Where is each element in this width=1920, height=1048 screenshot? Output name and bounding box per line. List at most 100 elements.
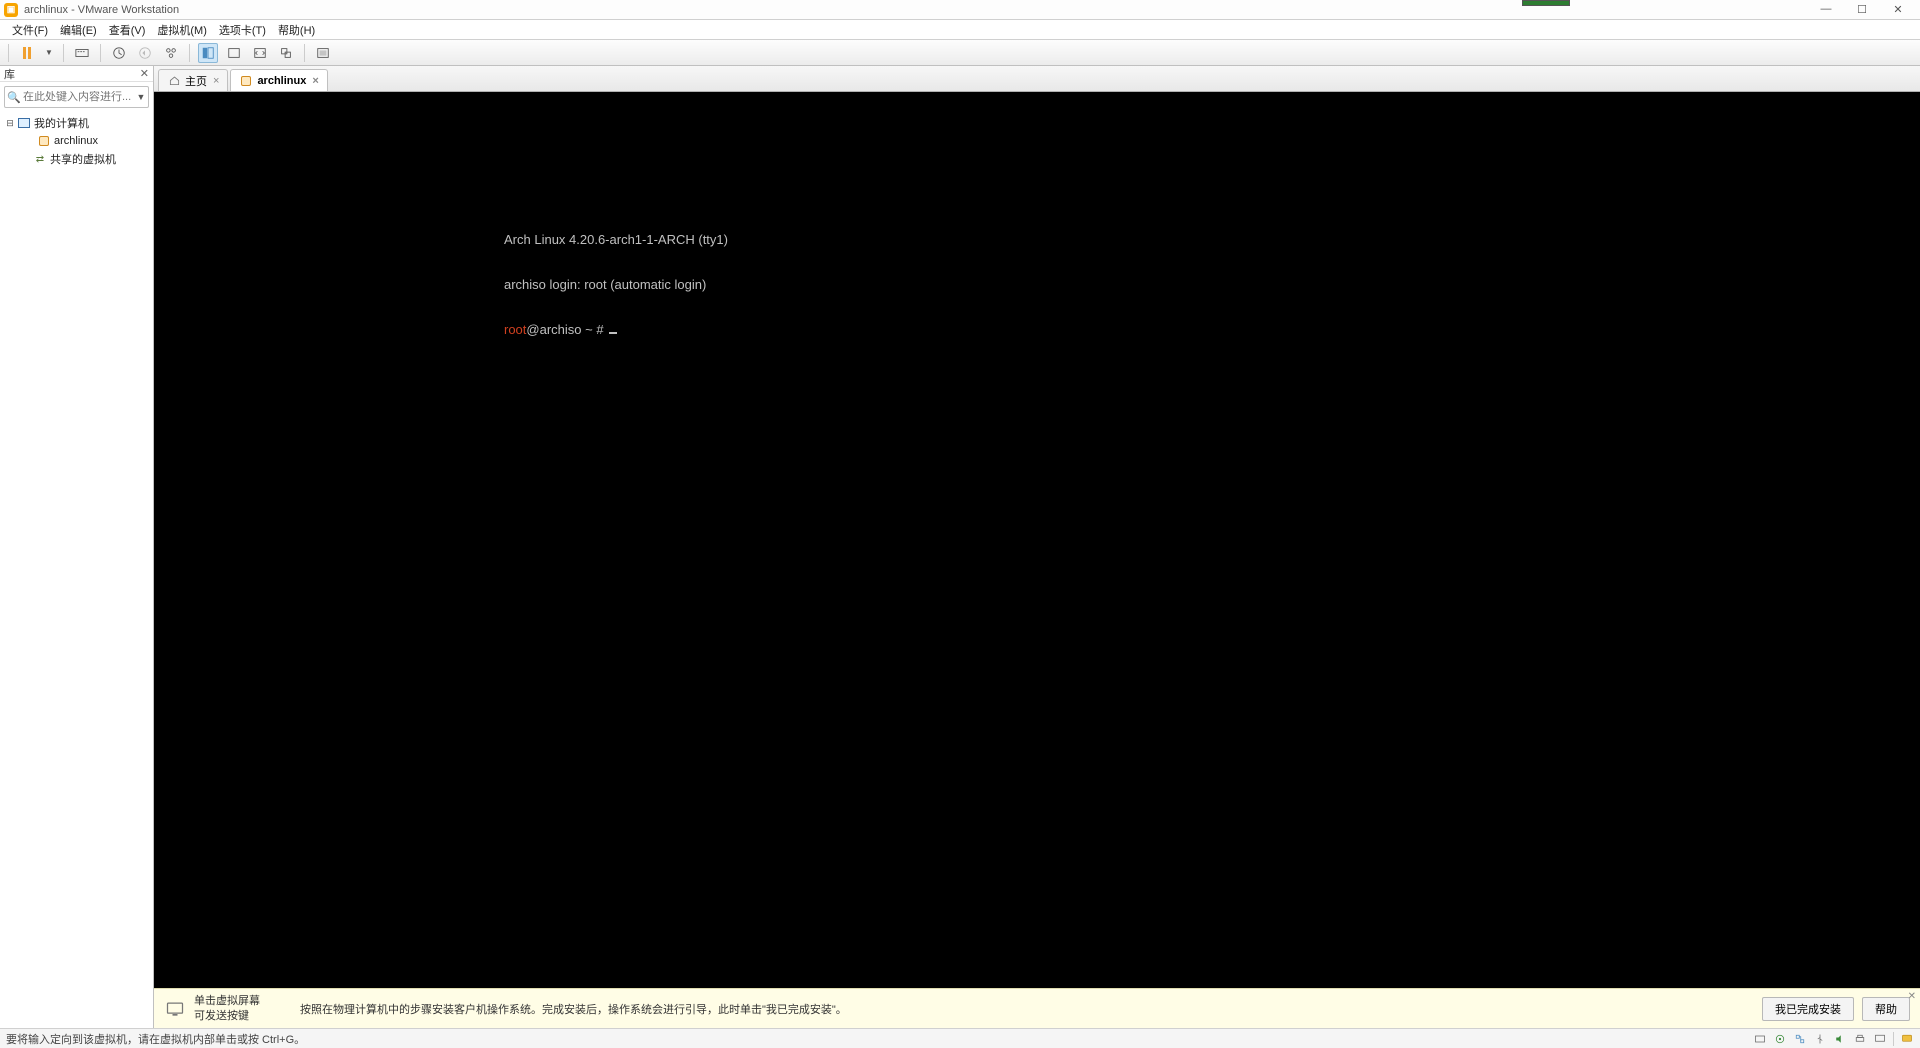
unity-icon — [279, 46, 293, 60]
infobar-title-line2: 可发送按键 — [194, 1009, 260, 1023]
statusbar-separator — [1893, 1032, 1894, 1046]
tree-root-mycomputer[interactable]: ⊟ 我的计算机 — [4, 114, 149, 132]
pause-button[interactable] — [17, 43, 37, 63]
shared-icon: ⇄ — [32, 152, 48, 166]
toolbar-separator — [8, 44, 9, 62]
vm-tab-icon — [239, 74, 253, 88]
revert-icon — [138, 46, 152, 60]
sidebar-search[interactable]: 🔍 ▼ — [4, 86, 149, 108]
app-icon: ▣ — [4, 3, 18, 17]
console-prompt-rest: @archiso ~ # — [526, 322, 607, 337]
infobar-title-line1: 单击虚拟屏幕 — [194, 994, 260, 1008]
cursor-icon — [609, 332, 617, 334]
status-sound-icon[interactable] — [1833, 1032, 1847, 1046]
menu-edit[interactable]: 编辑(E) — [54, 22, 103, 38]
tree-vm-archlinux[interactable]: archlinux — [4, 132, 149, 150]
unity-button[interactable] — [276, 43, 296, 63]
menu-vm[interactable]: 虚拟机(M) — [151, 22, 213, 38]
home-icon — [167, 74, 181, 88]
status-disk-icon[interactable] — [1753, 1032, 1767, 1046]
status-usb-icon[interactable] — [1813, 1032, 1827, 1046]
console-text: Arch Linux 4.20.6-arch1-1-ARCH (tty1) ar… — [504, 207, 728, 365]
tab-archlinux[interactable]: archlinux × — [230, 69, 327, 91]
tab-active-label: archlinux — [257, 75, 306, 87]
search-input[interactable] — [23, 91, 134, 103]
toolbar-separator — [304, 44, 305, 62]
status-network-icon[interactable] — [1793, 1032, 1807, 1046]
statusbar-icons — [1753, 1032, 1914, 1046]
snapshot-manager-icon — [164, 46, 178, 60]
clock-icon — [112, 46, 126, 60]
sidebar: 库 ✕ 🔍 ▼ ⊟ 我的计算机 archlinux ⇄ 共享的虚拟机 — [0, 66, 154, 1028]
statusbar-text: 要将输入定向到该虚拟机，请在虚拟机内部单击或按 Ctrl+G。 — [6, 1031, 305, 1047]
status-display-icon[interactable] — [1873, 1032, 1887, 1046]
pause-icon — [23, 47, 31, 59]
search-icon: 🔍 — [5, 91, 23, 104]
fullscreen-icon — [316, 46, 330, 60]
vm-console[interactable]: Arch Linux 4.20.6-arch1-1-ARCH (tty1) ar… — [154, 92, 1920, 988]
tree-vm-label: archlinux — [52, 135, 98, 147]
tree-collapse-icon[interactable]: ⊟ — [4, 118, 16, 129]
tree-shared-label: 共享的虚拟机 — [48, 151, 116, 167]
stretch-button[interactable] — [250, 43, 270, 63]
console-line1: Arch Linux 4.20.6-arch1-1-ARCH (tty1) — [504, 232, 728, 247]
tree-root-label: 我的计算机 — [32, 115, 89, 131]
chevron-down-icon: ▼ — [45, 48, 53, 57]
thumbnail-icon — [227, 46, 241, 60]
library-tree: ⊟ 我的计算机 archlinux ⇄ 共享的虚拟机 — [0, 112, 153, 170]
install-infobar: ✕ 单击虚拟屏幕 可发送按键 按照在物理计算机中的步骤安装客户机操作系统。完成安… — [154, 988, 1920, 1028]
revert-snapshot-button[interactable] — [135, 43, 155, 63]
menu-view[interactable]: 查看(V) — [103, 22, 152, 38]
menu-tabs[interactable]: 选项卡(T) — [213, 22, 272, 38]
maximize-button[interactable]: ☐ — [1852, 3, 1872, 16]
window-title: archlinux - VMware Workstation — [24, 4, 179, 16]
dropdown-button[interactable]: ▼ — [43, 43, 55, 63]
infobar-close-button[interactable]: ✕ — [1908, 991, 1916, 1002]
content-area: 主页 × archlinux × Arch Linux 4.20.6-arch1… — [154, 66, 1920, 1028]
fullscreen-button[interactable] — [313, 43, 333, 63]
toolbar: ▼ — [0, 40, 1920, 66]
computer-icon — [16, 116, 32, 130]
vm-icon — [36, 134, 52, 148]
console-prompt-user: root — [504, 322, 526, 337]
tab-home[interactable]: 主页 × — [158, 69, 228, 91]
toolbar-separator — [100, 44, 101, 62]
sidebar-header: 库 ✕ — [0, 66, 153, 82]
tree-shared-vms[interactable]: ⇄ 共享的虚拟机 — [4, 150, 149, 168]
tab-archlinux-close[interactable]: × — [312, 75, 318, 87]
tabstrip: 主页 × archlinux × — [154, 66, 1920, 92]
toolbar-separator — [63, 44, 64, 62]
status-printer-icon[interactable] — [1853, 1032, 1867, 1046]
menu-help[interactable]: 帮助(H) — [272, 22, 321, 38]
console-view-icon — [201, 46, 215, 60]
install-done-button[interactable]: 我已完成安装 — [1762, 997, 1854, 1021]
menu-file[interactable]: 文件(F) — [6, 22, 54, 38]
thumbnail-button[interactable] — [224, 43, 244, 63]
search-dropdown-button[interactable]: ▼ — [134, 92, 148, 102]
infobar-icon — [164, 998, 186, 1020]
status-cd-icon[interactable] — [1773, 1032, 1787, 1046]
tab-home-label: 主页 — [185, 73, 207, 89]
snapshot-manager-button[interactable] — [161, 43, 181, 63]
menubar: 文件(F) 编辑(E) 查看(V) 虚拟机(M) 选项卡(T) 帮助(H) — [0, 20, 1920, 40]
statusbar: 要将输入定向到该虚拟机，请在虚拟机内部单击或按 Ctrl+G。 — [0, 1028, 1920, 1048]
send-ctrl-alt-del-button[interactable] — [72, 43, 92, 63]
stretch-icon — [253, 46, 267, 60]
tab-home-close[interactable]: × — [213, 75, 219, 87]
infobar-title: 单击虚拟屏幕 可发送按键 — [194, 994, 260, 1023]
infobar-hint: 按照在物理计算机中的步骤安装客户机操作系统。完成安装后，操作系统会进行引导，此时… — [300, 1001, 847, 1017]
vm-activity-indicator — [1522, 0, 1570, 6]
sidebar-title: 库 — [4, 66, 15, 82]
minimize-button[interactable]: — — [1816, 3, 1836, 16]
toolbar-separator — [189, 44, 190, 62]
console-line2: archiso login: root (automatic login) — [504, 277, 706, 292]
help-button[interactable]: 帮助 — [1862, 997, 1910, 1021]
sidebar-close-button[interactable]: ✕ — [140, 67, 149, 80]
keyboard-icon — [75, 46, 89, 60]
status-message-icon[interactable] — [1900, 1032, 1914, 1046]
close-button[interactable]: ✕ — [1888, 3, 1908, 16]
show-console-button[interactable] — [198, 43, 218, 63]
main-area: 库 ✕ 🔍 ▼ ⊟ 我的计算机 archlinux ⇄ 共享的虚拟机 — [0, 66, 1920, 1028]
titlebar: ▣ archlinux - VMware Workstation — ☐ ✕ — [0, 0, 1920, 20]
snapshot-button[interactable] — [109, 43, 129, 63]
